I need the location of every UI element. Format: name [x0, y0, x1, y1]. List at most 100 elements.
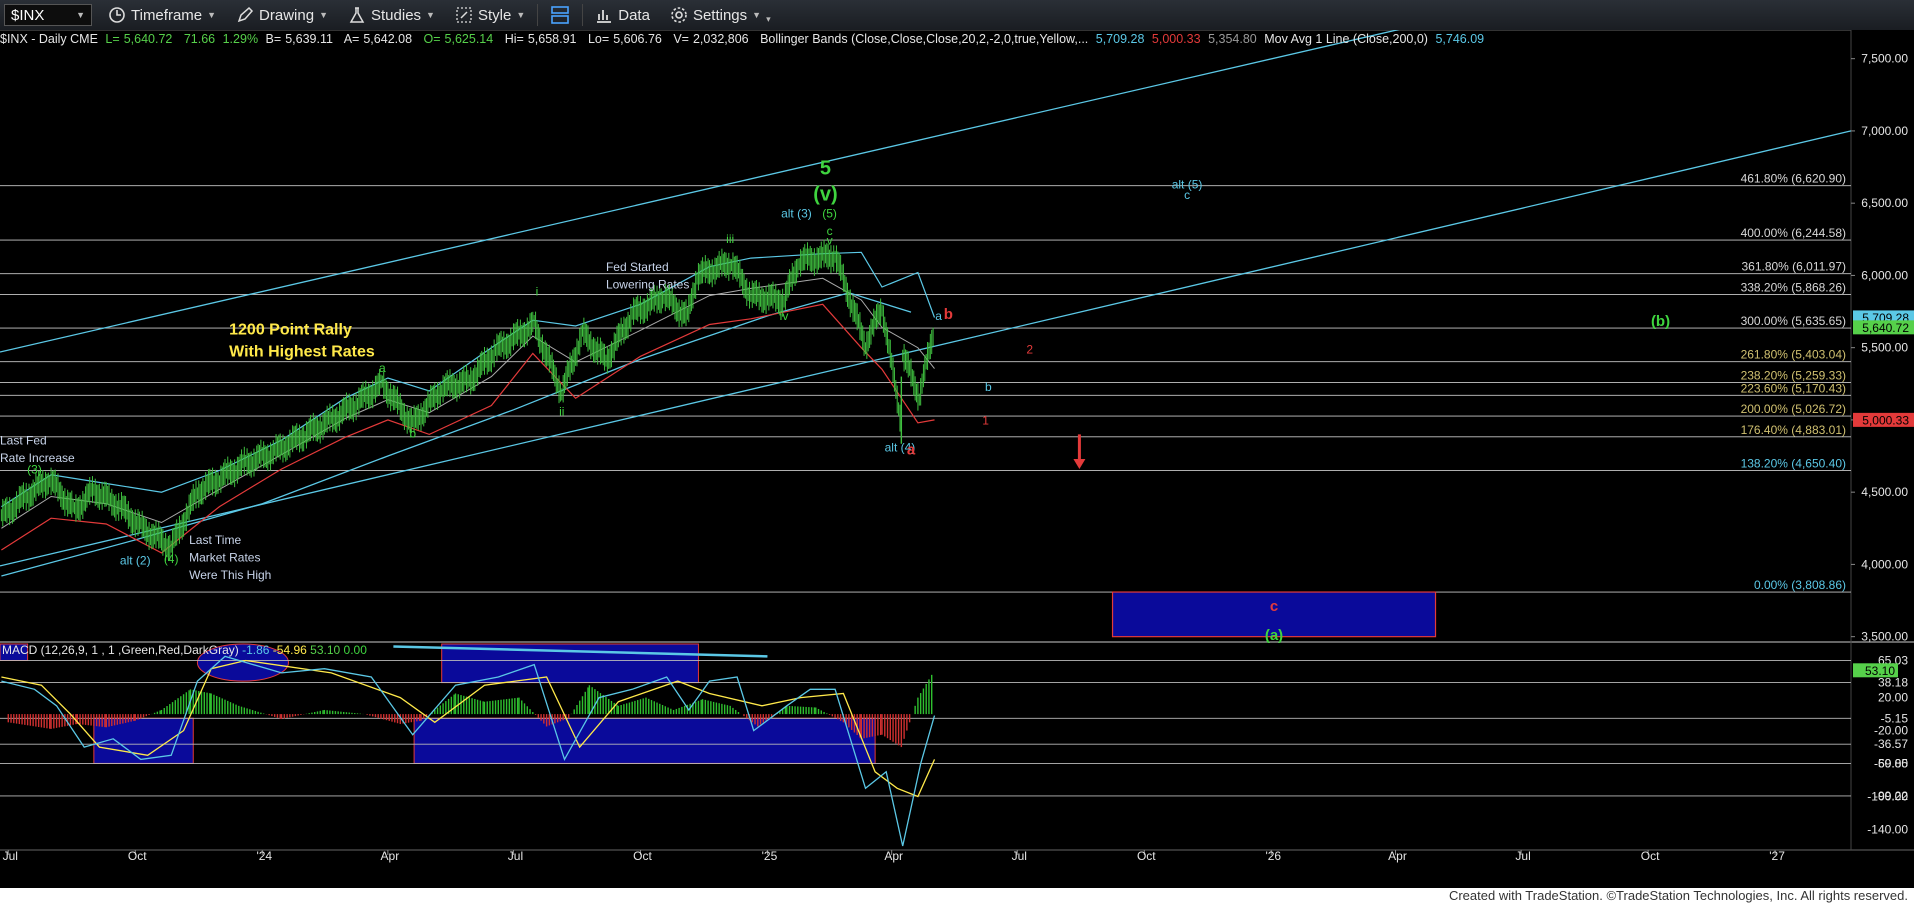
legend-low: Lo= 5,606.76	[588, 32, 666, 46]
legend-high-label: Hi=	[504, 32, 524, 46]
fib-level-label: 238.20% (5,259.33)	[1741, 368, 1846, 382]
wave-annotation: iv	[780, 309, 789, 323]
price-tick-label: 7,500.00	[1861, 52, 1908, 66]
macd-tick-label: 20.00	[1878, 691, 1908, 705]
legend-open-label: O=	[423, 32, 441, 46]
price-tick-label: 4,000.00	[1861, 557, 1908, 571]
style-button[interactable]: Style ▼	[445, 6, 535, 24]
price-tick-label: 3,500.00	[1861, 630, 1908, 644]
legend-change: 71.66	[183, 32, 216, 46]
legend-bid-value: 5,639.11	[285, 32, 333, 46]
legend-bb-mid: 5,354.80	[1208, 32, 1257, 46]
fib-level-label: 338.20% (5,868.26)	[1741, 280, 1846, 294]
fib-level-label: 261.80% (5,403.04)	[1741, 348, 1846, 362]
time-tick-label: '26	[1265, 849, 1281, 863]
symbol-input[interactable]: $INX ▼	[4, 4, 92, 26]
legend-low-label: Lo=	[587, 32, 610, 46]
legend-ma: Mov Avg 1 Line (Close,200,0)	[1264, 32, 1428, 46]
time-tick-label: Jul	[1012, 849, 1027, 863]
legend-open-value: 5,625.14	[444, 32, 494, 46]
wave-annotation: v	[827, 233, 833, 247]
toolbar: $INX ▼ Timeframe ▼ Drawing ▼ Studies ▼ S…	[0, 0, 1914, 31]
time-tick-label: Oct	[633, 849, 652, 863]
wave-annotation: (v)	[813, 183, 837, 205]
more-icon: ▾	[766, 13, 771, 24]
chevron-down-icon: ▼	[319, 10, 328, 20]
fib-level-label: 223.60% (5,170.43)	[1741, 381, 1846, 395]
trend-line	[0, 30, 1400, 353]
price-tick-label: 6,500.00	[1861, 196, 1908, 210]
legend-low-value: 5,606.76	[613, 32, 662, 46]
copyright-text: Created with TradeStation. ©TradeStation…	[1448, 888, 1908, 903]
legend-percent: 1.29%	[222, 32, 259, 46]
time-tick-label: '25	[762, 849, 778, 863]
price-tick-label: 7,000.00	[1861, 124, 1908, 138]
drawing-label: Drawing	[259, 6, 315, 24]
time-tick-label: '24	[256, 849, 272, 863]
wave-annotation: (4)	[164, 552, 179, 566]
fib-level-label: 138.20% (4,650.40)	[1741, 456, 1846, 470]
legend-bb-upper: 5,709.28	[1095, 32, 1145, 46]
legend-last: L= 5,640.72	[105, 32, 176, 46]
fib-level-label: 200.00% (5,026.72)	[1741, 402, 1846, 416]
bollinger-mid-line	[1, 277, 935, 529]
legend-volume-label: V=	[673, 32, 689, 46]
legend-bid: B= 5,639.11	[266, 32, 337, 46]
symbol-text: $INX	[11, 6, 45, 24]
chart-area[interactable]: 0.00% (3,808.86) 138.20% (4,650.40) 176.40…	[0, 30, 1914, 888]
timeframe-label: Timeframe	[131, 6, 203, 24]
fib-level-label: 400.00% (6,244.58)	[1741, 226, 1846, 240]
drawing-button[interactable]: Drawing ▼	[226, 6, 338, 24]
macd-tick-label: -20.00	[1874, 724, 1908, 738]
studies-button[interactable]: Studies ▼	[338, 6, 445, 24]
settings-button[interactable]: Settings ▼ ▾	[660, 6, 781, 25]
wave-annotation: a	[907, 442, 916, 459]
legend-last-label: L=	[105, 32, 120, 46]
price-tick-label: 4,500.00	[1861, 485, 1908, 499]
wave-annotation: alt (2)	[120, 553, 151, 567]
fib-level-label: 300.00% (5,635.65)	[1741, 314, 1846, 328]
target-box-label-c: c	[1270, 598, 1278, 615]
gear-icon	[671, 7, 687, 23]
wave-annotation: Rate Increase	[0, 451, 75, 465]
wave-annotation: b	[944, 306, 953, 323]
chevron-down-icon: ▼	[516, 10, 526, 20]
legend-volume-value: 2,032,806	[692, 32, 749, 46]
data-label: Data	[618, 6, 650, 24]
legend-high-value: 5,658.91	[527, 32, 577, 46]
wave-annotation: a	[935, 309, 942, 323]
wave-annotation: 2	[1026, 342, 1033, 356]
macd-badge-label: 53.10	[1865, 664, 1895, 678]
style-icon	[456, 7, 472, 23]
time-tick-label: Apr	[1388, 849, 1407, 863]
layout-icon	[551, 6, 570, 24]
toolbar-divider	[537, 4, 539, 26]
data-button[interactable]: Data	[585, 6, 660, 24]
studies-label: Studies	[371, 6, 422, 24]
macd-legend-value: 53.10	[310, 643, 343, 657]
legend-volume: V= 2,032,806	[673, 32, 752, 46]
layout-button[interactable]	[540, 5, 580, 25]
time-tick-label: Apr	[884, 849, 903, 863]
wave-annotation: iii	[726, 232, 734, 246]
macd-legend-value: -1.86	[242, 643, 273, 657]
macd-box	[413, 717, 876, 764]
wave-annotation: b	[409, 426, 416, 440]
wave-annotation: alt (3)	[781, 207, 812, 221]
wave-annotation: With Highest Rates	[229, 343, 375, 360]
macd-legend-value: 0.00	[344, 643, 368, 657]
clock-icon	[109, 7, 125, 23]
wave-annotation: (b)	[1651, 313, 1670, 330]
wave-annotation: 1200 Point Rally	[229, 322, 352, 339]
time-tick-label: Jul	[1515, 849, 1530, 863]
time-tick-label: Jul	[3, 849, 18, 863]
legend-last-value: 5,640.72	[123, 32, 173, 46]
timeframe-button[interactable]: Timeframe ▼	[98, 6, 226, 24]
toolbar-divider	[582, 4, 584, 26]
chevron-down-icon: ▼	[76, 10, 85, 20]
price-legend: $INX - Daily CME L= 5,640.72 71.66 1.29% …	[0, 32, 1488, 50]
macd-tick-label: -36.57	[1874, 737, 1908, 751]
legend-ask-label: A=	[343, 32, 360, 46]
wave-annotation: i	[536, 285, 539, 299]
price-badge-label: 5,640.72	[1862, 321, 1909, 335]
